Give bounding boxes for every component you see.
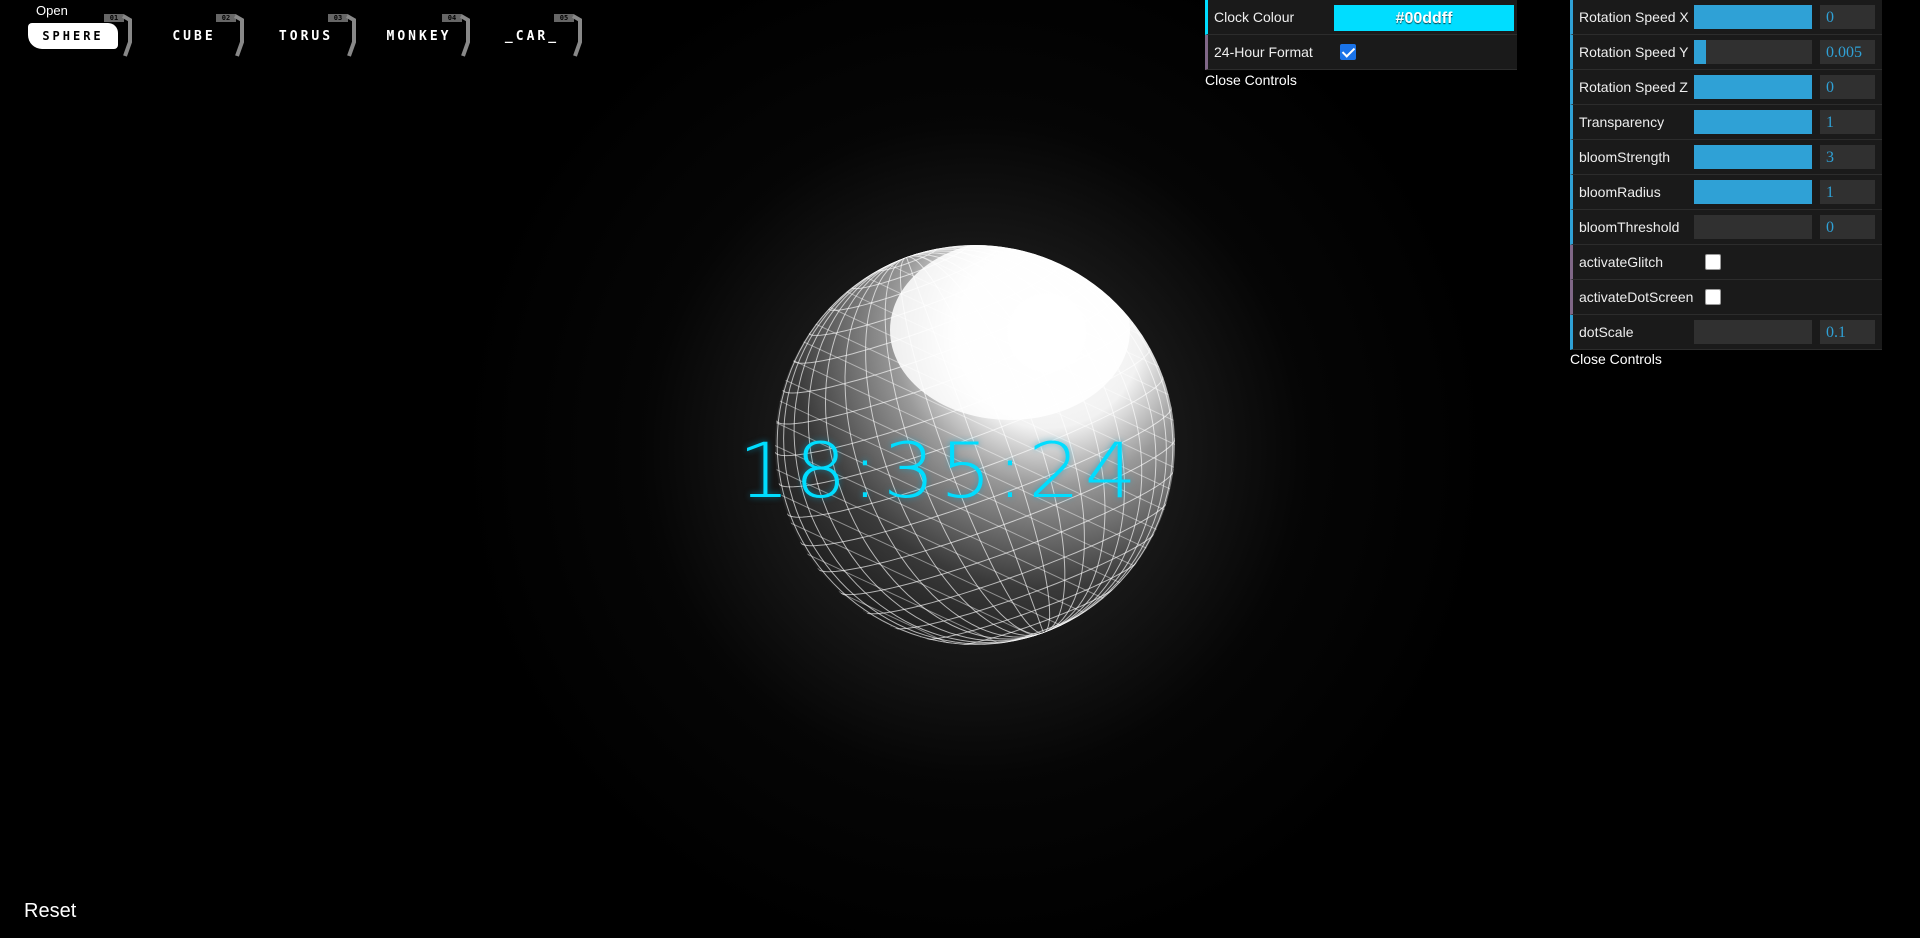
hour-format-label: 24-Hour Format [1214,44,1313,60]
close-scene-controls-button[interactable]: Close Controls [1568,350,1664,368]
open-link[interactable]: Open [34,3,70,18]
rotation-x-label: Rotation Speed X [1579,9,1689,25]
tab-sphere[interactable]: SPHERE 01 [14,14,132,58]
rotation-x-slider-fill [1694,5,1812,29]
activate-glitch-label: activateGlitch [1579,254,1664,270]
transparency-label: Transparency [1579,114,1665,130]
bloom-radius-slider[interactable] [1694,180,1812,204]
clock-controls-panel: Clock Colour #00ddff 24-Hour Format [1205,0,1517,70]
transparency-row: Transparency 1 [1570,105,1882,140]
dot-scale-slider[interactable] [1694,320,1812,344]
rotation-x-slider[interactable] [1694,5,1812,29]
bloom-threshold-row: bloomThreshold 0 [1570,210,1882,245]
rotation-z-label: Rotation Speed Z [1579,79,1688,95]
rotation-z-row: Rotation Speed Z 0 [1570,70,1882,105]
clock-colour-row: Clock Colour #00ddff [1205,0,1517,35]
bracket-icon [346,14,356,57]
dot-scale-row: dotScale 0.1 [1570,315,1882,350]
bloom-threshold-slider[interactable] [1694,215,1812,239]
tab-car[interactable]: _CAR_ 05 [482,14,582,58]
bracket-icon [122,14,132,57]
bloom-radius-label: bloomRadius [1579,184,1661,200]
bracket-icon [460,14,470,57]
hour-format-checkbox[interactable] [1340,44,1356,60]
reset-button[interactable]: Reset [24,900,76,923]
tab-car-label: _CAR_ [504,28,560,44]
clock-colour-label: Clock Colour [1214,9,1295,25]
activate-dot-screen-row: activateDotScreen [1570,280,1882,315]
dot-scale-input[interactable]: 0.1 [1820,320,1875,344]
rotation-x-row: Rotation Speed X 0 [1570,0,1882,35]
dot-scale-label: dotScale [1579,324,1634,340]
tab-torus[interactable]: TORUS 03 [256,14,356,58]
hour-format-row: 24-Hour Format [1205,35,1517,70]
rotation-y-label: Rotation Speed Y [1579,44,1689,60]
rotation-y-slider[interactable] [1694,40,1812,64]
bracket-icon [572,14,582,57]
transparency-input[interactable]: 1 [1820,110,1875,134]
tab-cube-label: CUBE [172,28,216,44]
sphere-highlight [890,245,1130,420]
rotation-z-input[interactable]: 0 [1820,75,1875,99]
bloom-threshold-label: bloomThreshold [1579,219,1680,235]
bloom-strength-slider-fill [1694,145,1812,169]
tab-sphere-label: SPHERE [28,23,118,49]
activate-glitch-checkbox[interactable] [1705,254,1721,270]
bloom-strength-slider[interactable] [1694,145,1812,169]
transparency-slider-fill [1694,110,1812,134]
bloom-strength-label: bloomStrength [1579,149,1671,165]
activate-dot-screen-checkbox[interactable] [1705,289,1721,305]
bloom-threshold-input[interactable]: 0 [1820,215,1875,239]
clock-display: 18:35:24 [738,426,1142,515]
bloom-radius-slider-fill [1694,180,1812,204]
activate-dot-screen-label: activateDotScreen [1579,289,1694,305]
bloom-radius-input[interactable]: 1 [1820,180,1875,204]
tab-cube[interactable]: CUBE 02 [144,14,244,58]
clock-colour-picker[interactable]: #00ddff [1334,5,1514,31]
rotation-x-input[interactable]: 0 [1820,5,1875,29]
tab-monkey-label: MONKEY [386,28,452,44]
transparency-slider[interactable] [1694,110,1812,134]
close-clock-controls-button[interactable]: Close Controls [1203,71,1299,89]
bracket-icon [234,14,244,57]
rotation-z-slider[interactable] [1694,75,1812,99]
rotation-y-slider-fill [1694,40,1706,64]
activate-glitch-row: activateGlitch [1570,245,1882,280]
rotation-y-row: Rotation Speed Y 0.005 [1570,35,1882,70]
bloom-radius-row: bloomRadius 1 [1570,175,1882,210]
rotation-y-input[interactable]: 0.005 [1820,40,1875,64]
tab-torus-label: TORUS [278,28,334,44]
bloom-strength-row: bloomStrength 3 [1570,140,1882,175]
bloom-strength-input[interactable]: 3 [1820,145,1875,169]
scene-controls-panel: Rotation Speed X 0 Rotation Speed Y 0.00… [1570,0,1882,350]
rotation-z-slider-fill [1694,75,1812,99]
tab-monkey[interactable]: MONKEY 04 [368,14,470,58]
